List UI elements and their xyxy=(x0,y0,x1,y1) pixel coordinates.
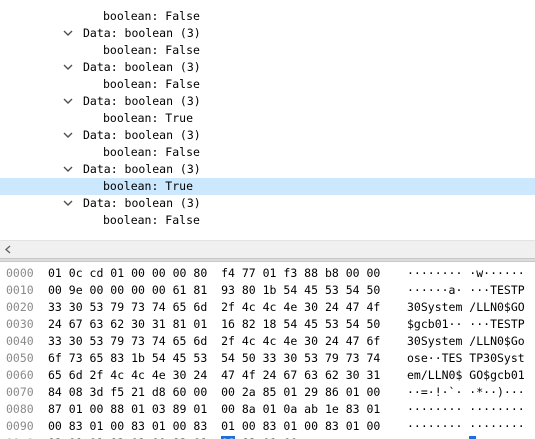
hex-bytes[interactable]: 01 0c cd 01 00 00 00 80 f4 77 01 f3 88 b… xyxy=(48,265,380,282)
chevron-down-icon[interactable] xyxy=(63,195,77,212)
tree-item-data[interactable]: Data: boolean (3) xyxy=(0,195,535,212)
chevron-down-icon[interactable] xyxy=(63,161,77,178)
hex-bytes[interactable]: 83 01 01 83 01 00 83 01 01 83 01 00 xyxy=(48,435,298,439)
hex-ascii[interactable]: ········ ·w······ xyxy=(407,265,525,282)
hex-bytes[interactable]: 00 83 01 00 83 01 00 83 01 00 83 01 00 8… xyxy=(48,418,380,435)
hex-ascii[interactable]: ······a· ···TESTP xyxy=(407,282,525,299)
tree-item-label: Data: boolean (3) xyxy=(83,60,201,74)
tree-item-label: boolean: False xyxy=(103,213,200,227)
tree-item-label: Data: boolean (3) xyxy=(83,196,201,210)
packet-details-pane[interactable]: boolean: False Data: boolean (3) boolean: … xyxy=(0,0,535,232)
tree-item-boolean[interactable]: boolean: False xyxy=(0,212,535,229)
horizontal-scrollbar[interactable] xyxy=(0,240,535,258)
tree-item-boolean[interactable]: boolean: False xyxy=(0,8,535,25)
tree-item-label: boolean: False xyxy=(103,145,200,159)
tree-item-data[interactable]: Data: boolean (3) xyxy=(0,93,535,110)
hex-bytes[interactable]: 24 67 63 62 30 31 81 01 16 82 18 54 45 5… xyxy=(48,316,380,333)
hex-offset: 0000 xyxy=(6,266,34,280)
hex-ascii[interactable]: 30System /LLN0$Go xyxy=(407,333,525,350)
tree-item-label: boolean: False xyxy=(103,9,200,23)
hex-ascii[interactable]: ········ ········ xyxy=(407,401,525,418)
tree-item-boolean[interactable]: boolean: False xyxy=(0,76,535,93)
hex-row[interactable]: 0070 84 08 3d f5 21 d8 60 00 00 2a 85 01 … xyxy=(0,384,535,401)
hex-row[interactable]: 0010 00 9e 00 00 00 00 61 81 93 80 1b 54 … xyxy=(0,282,535,299)
hex-row[interactable]: 0000 01 0c cd 01 00 00 00 80 f4 77 01 f3 … xyxy=(0,265,535,282)
hex-row[interactable]: 0040 33 30 53 79 73 74 65 6d 2f 4c 4c 4e … xyxy=(0,333,535,350)
hex-bytes[interactable]: 65 6d 2f 4c 4c 4e 30 24 47 4f 24 67 63 6… xyxy=(48,367,380,384)
hex-offset: 0010 xyxy=(6,283,34,297)
hex-offset: 0080 xyxy=(6,402,34,416)
hex-offset: 0060 xyxy=(6,368,34,382)
tree-item-data[interactable]: Data: boolean (3) xyxy=(0,161,535,178)
chevron-down-icon[interactable] xyxy=(63,93,77,110)
hex-ascii[interactable]: ose··TES TP30Syst xyxy=(407,350,525,367)
hex-row[interactable]: 0080 87 01 00 88 01 03 89 01 00 8a 01 0a … xyxy=(0,401,535,418)
hex-bytes[interactable]: 33 30 53 79 73 74 65 6d 2f 4c 4c 4e 30 2… xyxy=(48,333,380,350)
hex-bytes[interactable]: 00 9e 00 00 00 00 61 81 93 80 1b 54 45 5… xyxy=(48,282,380,299)
hex-row[interactable]: 00a0 83 01 01 83 01 00 83 01 01 83 01 00 ·… xyxy=(0,435,535,439)
hex-offset: 0070 xyxy=(6,385,34,399)
tree-item-label: Data: boolean (3) xyxy=(83,26,201,40)
hex-ascii[interactable]: ··=·!·`· ·*··)··· xyxy=(407,384,525,401)
hex-row[interactable]: 0030 24 67 63 62 30 31 81 01 16 82 18 54 … xyxy=(0,316,535,333)
hex-ascii[interactable]: em/LLN0$ GO$gcb01 xyxy=(407,367,525,384)
hex-offset: 00a0 xyxy=(6,435,34,439)
tree-item-label: boolean: False xyxy=(103,43,200,57)
hex-row[interactable]: 0060 65 6d 2f 4c 4c 4e 30 24 47 4f 24 67 … xyxy=(0,367,535,384)
hex-row[interactable]: 0050 6f 73 65 83 1b 54 45 53 54 50 33 30 … xyxy=(0,350,535,367)
tree-item-boolean[interactable]: boolean: True xyxy=(0,178,535,195)
hex-bytes[interactable]: 84 08 3d f5 21 d8 60 00 00 2a 85 01 29 8… xyxy=(48,384,380,401)
tree-item-boolean[interactable]: boolean: False xyxy=(0,144,535,161)
chevron-down-icon[interactable] xyxy=(63,25,77,42)
tree-item-boolean[interactable]: boolean: False xyxy=(0,42,535,59)
hex-offset: 0040 xyxy=(6,334,34,348)
hex-bytes[interactable]: 6f 73 65 83 1b 54 45 53 54 50 33 30 53 7… xyxy=(48,350,380,367)
tree-item-label: Data: boolean (3) xyxy=(83,128,201,142)
tree-item-label: Data: boolean (3) xyxy=(83,162,201,176)
tree-item-data[interactable]: Data: boolean (3) xyxy=(0,127,535,144)
chevron-down-icon[interactable] xyxy=(63,59,77,76)
hex-offset: 0090 xyxy=(6,419,34,433)
hex-row[interactable]: 0020 33 30 53 79 73 74 65 6d 2f 4c 4c 4e … xyxy=(0,299,535,316)
tree-item-data[interactable]: Data: boolean (3) xyxy=(0,25,535,42)
hex-bytes[interactable]: 87 01 00 88 01 03 89 01 00 8a 01 0a ab 1… xyxy=(48,401,380,418)
tree-item-label: Data: boolean (3) xyxy=(83,94,201,108)
hex-offset: 0030 xyxy=(6,317,34,331)
packet-bytes-pane[interactable]: 0000 01 0c cd 01 00 00 00 80 f4 77 01 f3 … xyxy=(0,262,535,439)
hex-ascii[interactable]: $gcb01·· ···TESTP xyxy=(407,316,525,333)
tree-item-label: boolean: False xyxy=(103,77,200,91)
chevron-down-icon[interactable] xyxy=(63,127,77,144)
hex-ascii[interactable]: ········ ········ xyxy=(407,418,525,435)
hex-offset: 0020 xyxy=(6,300,34,314)
hex-bytes[interactable]: 33 30 53 79 73 74 65 6d 2f 4c 4c 4e 30 2… xyxy=(48,299,380,316)
tree-item-label: boolean: True xyxy=(103,111,194,125)
tree-item-label: boolean: True xyxy=(103,179,194,193)
scroll-left-arrow-icon[interactable] xyxy=(3,244,14,255)
hex-offset: 0050 xyxy=(6,351,34,365)
hex-row[interactable]: 0090 00 83 01 00 83 01 00 83 01 00 83 01 … xyxy=(0,418,535,435)
tree-item-data[interactable]: Data: boolean (3) xyxy=(0,59,535,76)
hex-ascii[interactable]: 30System /LLN0$GO xyxy=(407,299,525,316)
hex-ascii[interactable]: ········ ···· xyxy=(407,435,497,439)
tree-item-boolean[interactable]: boolean: True xyxy=(0,110,535,127)
